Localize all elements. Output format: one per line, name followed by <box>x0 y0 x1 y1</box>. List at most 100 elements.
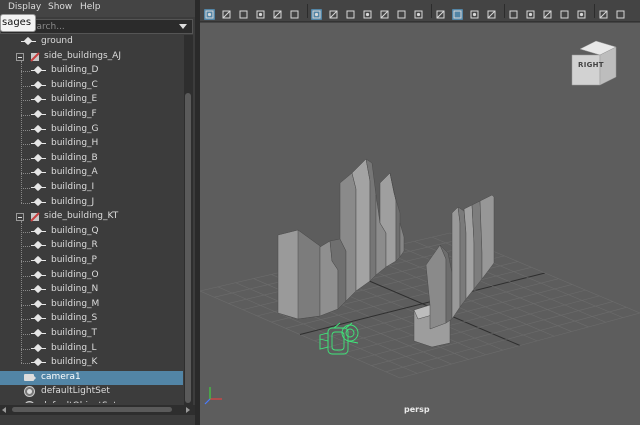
outliner-item-camera1[interactable]: camera1 <box>0 370 183 385</box>
ambient-occlusion-icon[interactable] <box>542 5 553 19</box>
default-material-icon[interactable] <box>469 5 480 19</box>
mesh-transform-icon <box>21 37 36 46</box>
tree-connector <box>21 334 30 335</box>
outliner-item-building-h[interactable]: building_H <box>0 137 183 151</box>
outliner-item-building-m[interactable]: building_M <box>0 298 183 312</box>
tree-connector <box>21 144 30 146</box>
toolbar-separator <box>307 4 308 18</box>
mesh-transform-icon <box>31 227 46 236</box>
outliner-item-label: building_T <box>51 328 98 338</box>
mesh-transform-icon <box>31 95 46 104</box>
outliner-item-ground[interactable]: ground <box>0 35 183 49</box>
outliner-item-building-r[interactable]: building_R <box>0 239 183 253</box>
outliner-item-label: building_M <box>51 298 100 309</box>
outliner-item-label: building_K <box>51 357 98 368</box>
anti-alias-icon[interactable] <box>576 5 587 19</box>
tree-connector <box>21 261 30 262</box>
tree-connector <box>21 363 30 365</box>
outliner-item-label: defaultObjectSet <box>41 401 117 403</box>
isolate-select-icon[interactable] <box>598 5 609 19</box>
film-gate-icon[interactable] <box>328 5 339 19</box>
outliner-item-building-k[interactable]: building_K <box>0 356 183 370</box>
mesh-transform-icon <box>31 168 46 177</box>
search-dropdown-arrow-icon[interactable] <box>179 24 187 29</box>
2d-pan-zoom-icon[interactable] <box>272 5 283 19</box>
horizontal-scrollbar[interactable] <box>0 405 195 415</box>
outliner-item-building-i[interactable]: building_I <box>0 181 183 195</box>
outliner-item-side-buildings-aj[interactable]: side_buildings_AJ <box>0 50 183 64</box>
tree-connector <box>21 221 22 364</box>
xray-icon[interactable] <box>615 5 626 19</box>
grid-line <box>357 295 600 360</box>
tree-connector <box>21 319 30 321</box>
outliner-item-building-c[interactable]: building_C <box>0 79 183 93</box>
outliner-item-building-a[interactable]: building_A <box>0 166 183 180</box>
mesh-transform-icon <box>31 358 46 367</box>
mesh-transform-icon <box>31 344 46 353</box>
toolbar-separator <box>431 4 432 18</box>
outliner-item-label: building_R <box>51 240 98 251</box>
grid-toggle-icon[interactable] <box>311 5 322 20</box>
tree-connector <box>21 100 30 102</box>
horizontal-scroll-thumb[interactable] <box>12 407 172 412</box>
search-input[interactable] <box>31 21 171 33</box>
vertical-scrollbar[interactable] <box>184 35 193 405</box>
mesh-transform-icon <box>31 125 46 134</box>
outliner-item-building-q[interactable]: building_Q <box>0 225 183 239</box>
camera-attributes-icon[interactable] <box>221 5 232 19</box>
scroll-right-arrow-icon[interactable] <box>186 407 190 413</box>
scroll-left-arrow-icon[interactable] <box>2 407 6 413</box>
image-plane-icon[interactable] <box>255 5 266 19</box>
outliner-item-building-f[interactable]: building_F <box>0 108 183 122</box>
outliner-item-building-t[interactable]: building_T <box>0 327 183 341</box>
mesh-transform-icon <box>31 66 46 75</box>
gate-mask-icon[interactable] <box>362 5 373 19</box>
outliner-item-building-s[interactable]: building_S <box>0 312 183 326</box>
collapse-toggle-icon[interactable] <box>16 213 24 222</box>
wireframe-icon[interactable] <box>435 5 446 19</box>
field-chart-icon[interactable] <box>379 5 390 19</box>
menu-show[interactable]: Show <box>48 2 72 12</box>
outliner-item-building-l[interactable]: building_L <box>0 342 183 356</box>
tree-connector <box>21 290 30 292</box>
mesh-transform-icon <box>31 183 46 192</box>
outliner-item-building-e[interactable]: building_E <box>0 93 183 107</box>
mesh-transform-icon <box>31 285 46 294</box>
outliner-item-building-b[interactable]: building_B <box>0 152 183 166</box>
shadows-icon[interactable] <box>525 5 536 19</box>
motion-blur-icon[interactable] <box>559 5 570 19</box>
toolbar-separator <box>504 4 505 18</box>
outliner-item-building-j[interactable]: building_J <box>0 196 183 210</box>
perspective-viewport[interactable]: RIGHT persp <box>200 23 640 425</box>
select-camera-icon[interactable] <box>204 5 215 20</box>
smooth-shade-icon[interactable] <box>452 5 463 20</box>
view-cube-label[interactable]: RIGHT <box>578 61 604 69</box>
outliner-item-side-building-kt[interactable]: side_building_KT <box>0 210 183 224</box>
object-set-icon <box>24 401 35 403</box>
outliner-item-label: side_building_KT <box>44 211 119 222</box>
outliner-item-label: camera1 <box>41 371 81 382</box>
outliner-item-defaultlightset[interactable]: defaultLightSet <box>0 385 183 399</box>
outliner-item-building-o[interactable]: building_O <box>0 269 183 283</box>
use-all-lights-icon[interactable] <box>508 5 519 19</box>
grease-pencil-icon[interactable] <box>289 5 300 19</box>
safe-title-icon[interactable] <box>413 5 424 19</box>
menu-display[interactable]: Display <box>8 2 41 12</box>
outliner-item-building-d[interactable]: building_D <box>0 64 183 78</box>
menu-help[interactable]: Help <box>80 2 101 12</box>
outliner-item-defaultobjectset[interactable]: defaultObjectSet <box>0 400 183 403</box>
vertical-scroll-thumb[interactable] <box>185 93 191 403</box>
resolution-gate-icon[interactable] <box>345 5 356 19</box>
outliner-item-label: ground <box>41 36 73 46</box>
outliner-item-building-p[interactable]: building_P <box>0 254 183 268</box>
tree-connector <box>21 129 30 131</box>
collapse-toggle-icon[interactable] <box>16 52 24 61</box>
outliner-panel: Display Show Help sages ground side_build… <box>0 0 195 425</box>
safe-action-icon[interactable] <box>396 5 407 19</box>
textured-icon[interactable] <box>486 5 497 19</box>
mesh-transform-icon <box>31 241 46 250</box>
outliner-item-building-g[interactable]: building_G <box>0 123 183 137</box>
outliner-item-building-n[interactable]: building_N <box>0 283 183 297</box>
outliner-item-label: building_Q <box>51 225 99 236</box>
bookmark-icon[interactable] <box>238 5 249 19</box>
